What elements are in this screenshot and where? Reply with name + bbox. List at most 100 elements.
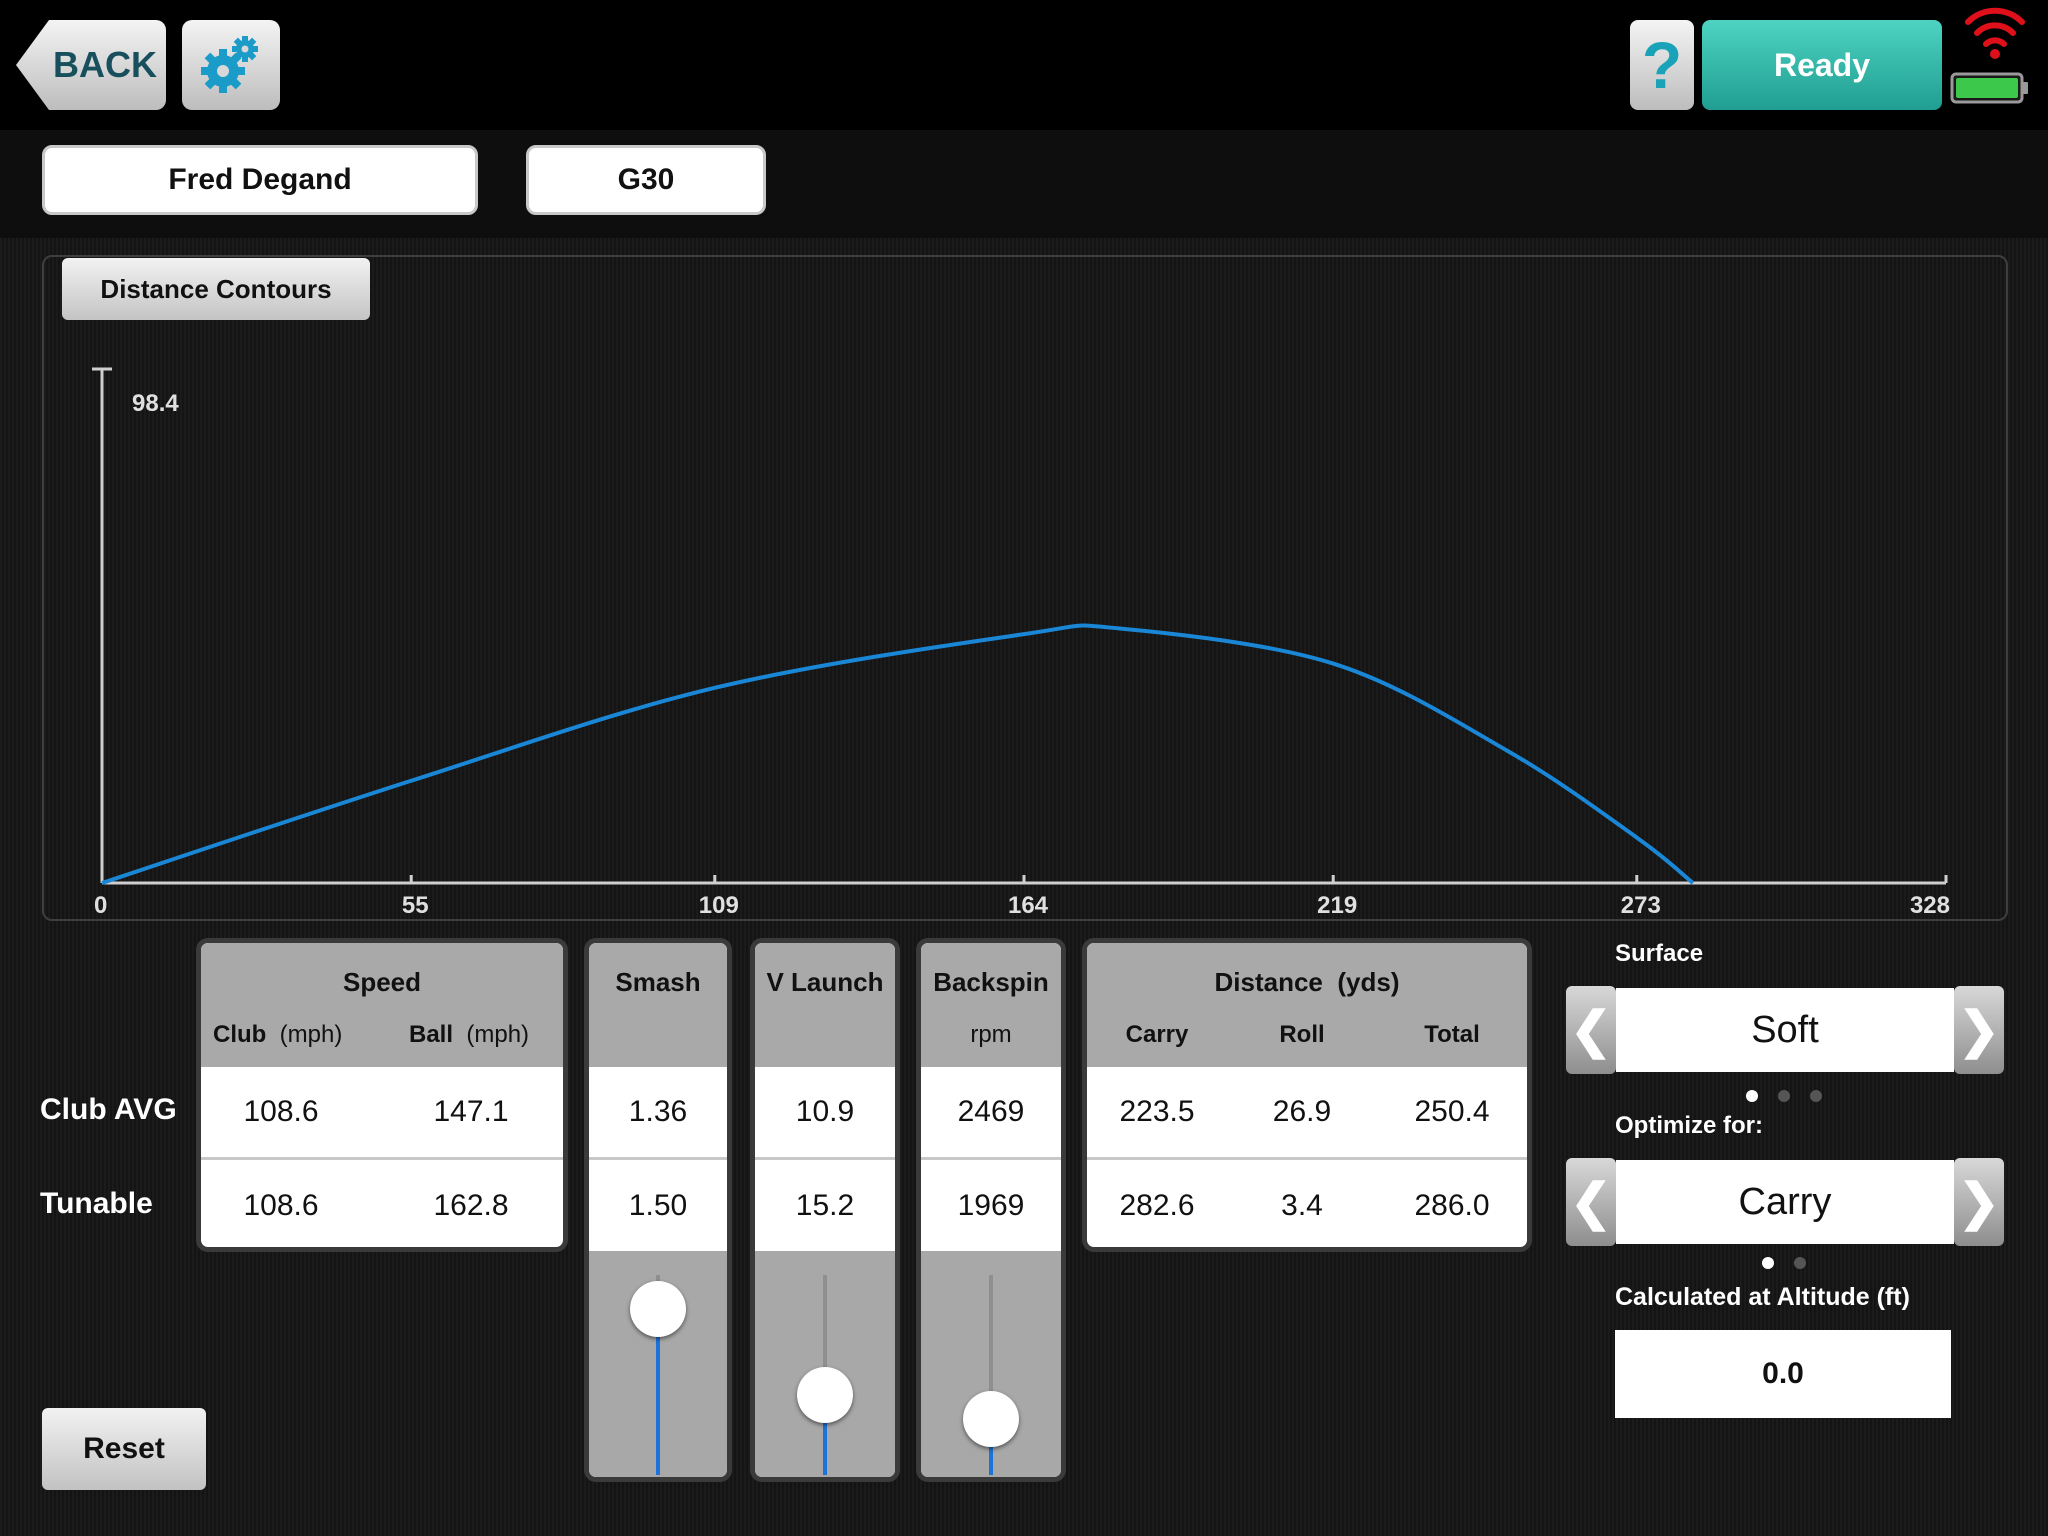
speed-panel: Speed Club (mph) Ball (mph) 108.6 147.1 …	[196, 938, 568, 1252]
page-dot	[1810, 1090, 1822, 1102]
total-label: Total	[1424, 1021, 1480, 1048]
roll-header: Roll	[1242, 1021, 1362, 1049]
total-header: Total	[1392, 1021, 1512, 1049]
reset-button[interactable]: Reset	[42, 1408, 206, 1490]
tunable-carry: 282.6	[1119, 1189, 1195, 1222]
tunable-ball-speed: 162.8	[433, 1189, 509, 1222]
distance-title-label: Distance	[1214, 967, 1323, 997]
x-tick-label: 219	[1317, 892, 1357, 919]
altitude-field[interactable]: 0.0	[1615, 1330, 1951, 1418]
club-avg-smash: 1.36	[628, 1095, 688, 1128]
x-tick-label: 164	[1008, 892, 1049, 919]
club-select[interactable]: G30	[526, 145, 766, 215]
v-launch-panel: V Launch 10.9 15.2	[750, 938, 900, 1482]
club-avg-roll: 26.9	[1272, 1095, 1332, 1128]
backspin-title: Backspin	[933, 967, 1049, 997]
club-avg-carry: 223.5	[1119, 1095, 1195, 1128]
chevron-right-icon: ❯	[1958, 1002, 2000, 1058]
reset-label: Reset	[83, 1432, 165, 1465]
player-select[interactable]: Fred Degand	[42, 145, 478, 215]
v-launch-title: V Launch	[766, 967, 884, 997]
chart-tab-label: Distance Contours	[100, 273, 332, 304]
surface-value: Soft	[1616, 988, 1954, 1072]
smash-panel: Smash 1.36 1.50	[584, 938, 732, 1482]
club-avg-v-launch: 10.9	[795, 1095, 855, 1128]
distance-panel: Distance (yds) Carry Roll Total 223.5 26…	[1082, 938, 1532, 1252]
v-launch-header	[755, 943, 895, 1067]
smash-title: Smash	[615, 967, 701, 997]
tab-distance-contours[interactable]: Distance Contours	[62, 258, 370, 320]
ball-speed-header: Ball (mph)	[409, 1021, 529, 1049]
carry-label: Carry	[1125, 1021, 1189, 1048]
distance-unit: (yds)	[1337, 967, 1400, 997]
surface-next-button[interactable]: ❯	[1954, 986, 2004, 1074]
x-tick-label: 55	[402, 892, 429, 919]
row-divider	[921, 1157, 1061, 1160]
backspin-slider[interactable]	[921, 1251, 1061, 1477]
help-button[interactable]: ?	[1630, 20, 1694, 110]
y-max-label: 98.4	[132, 390, 179, 417]
club-speed-label: Club	[213, 1021, 267, 1048]
slider-thumb[interactable]	[963, 1391, 1019, 1447]
chevron-left-icon: ❮	[1570, 1174, 1612, 1230]
club-speed-header: Club (mph)	[213, 1021, 342, 1049]
surface-picker: ❮ Soft ❯	[1566, 986, 2006, 1074]
v-launch-slider[interactable]	[755, 1251, 895, 1477]
distance-title: Distance (yds)	[1087, 967, 1527, 998]
club-speed-unit: (mph)	[279, 1021, 343, 1048]
row-label-club-avg: Club AVG	[40, 1093, 177, 1126]
distance-contour-chart: 98.4 0 55 109 164 219 273 328	[92, 367, 1950, 919]
ball-speed-unit: (mph)	[466, 1021, 530, 1048]
tunable-roll: 3.4	[1281, 1189, 1323, 1222]
club-avg-backspin: 2469	[957, 1095, 1025, 1128]
tunable-v-launch: 15.2	[795, 1189, 855, 1222]
x-tick-label: 328	[1910, 892, 1950, 919]
chevron-right-icon: ❯	[1958, 1174, 2000, 1230]
wifi-icon	[1965, 7, 2025, 59]
surface-prev-button[interactable]: ❮	[1566, 986, 1616, 1074]
chevron-left-icon: ❮	[1570, 1002, 1612, 1058]
surface-label: Surface	[1615, 940, 1704, 967]
optimize-next-button[interactable]: ❯	[1954, 1158, 2004, 1246]
row-divider	[1087, 1157, 1527, 1160]
page-dot	[1778, 1090, 1790, 1102]
row-divider	[755, 1157, 895, 1160]
row-label-tunable: Tunable	[40, 1187, 153, 1220]
optimize-label: Optimize for:	[1615, 1112, 1763, 1139]
page-dot	[1762, 1257, 1774, 1269]
club-avg-club-speed: 108.6	[243, 1095, 319, 1128]
altitude-label: Calculated at Altitude (ft)	[1615, 1283, 1910, 1311]
x-tick-label: 109	[699, 892, 739, 919]
battery-icon	[1950, 72, 2028, 104]
trajectory-line	[101, 623, 1695, 885]
optimize-value: Carry	[1616, 1160, 1954, 1244]
optimize-picker: ❮ Carry ❯	[1566, 1158, 2006, 1246]
backspin-unit: rpm	[970, 1021, 1012, 1048]
row-divider	[201, 1157, 563, 1160]
help-button-label: ?	[1641, 28, 1683, 102]
x-tick-label: 273	[1621, 892, 1661, 919]
status-label: Ready	[1773, 46, 1871, 83]
settings-button[interactable]	[182, 20, 280, 110]
carry-header: Carry	[1097, 1021, 1217, 1049]
back-button-label: BACK	[53, 44, 157, 85]
club-avg-total: 250.4	[1414, 1095, 1490, 1128]
ball-speed-label: Ball	[409, 1021, 454, 1048]
page-dot	[1746, 1090, 1758, 1102]
page-dot	[1794, 1257, 1806, 1269]
slider-thumb[interactable]	[630, 1281, 686, 1337]
slider-thumb[interactable]	[797, 1367, 853, 1423]
optimize-prev-button[interactable]: ❮	[1566, 1158, 1616, 1246]
tunable-club-speed: 108.6	[243, 1189, 319, 1222]
surface-page-indicator	[1746, 1090, 1826, 1102]
status-button[interactable]: Ready	[1702, 20, 1942, 110]
player-name: Fred Degand	[168, 163, 352, 196]
tunable-total: 286.0	[1414, 1189, 1490, 1222]
smash-slider[interactable]	[589, 1251, 727, 1477]
smash-header	[589, 943, 727, 1067]
tunable-backspin: 1969	[957, 1189, 1025, 1222]
gears-icon	[201, 36, 258, 93]
altitude-value: 0.0	[1762, 1357, 1804, 1390]
row-divider	[589, 1157, 727, 1160]
optimize-page-indicator	[1762, 1257, 1822, 1269]
